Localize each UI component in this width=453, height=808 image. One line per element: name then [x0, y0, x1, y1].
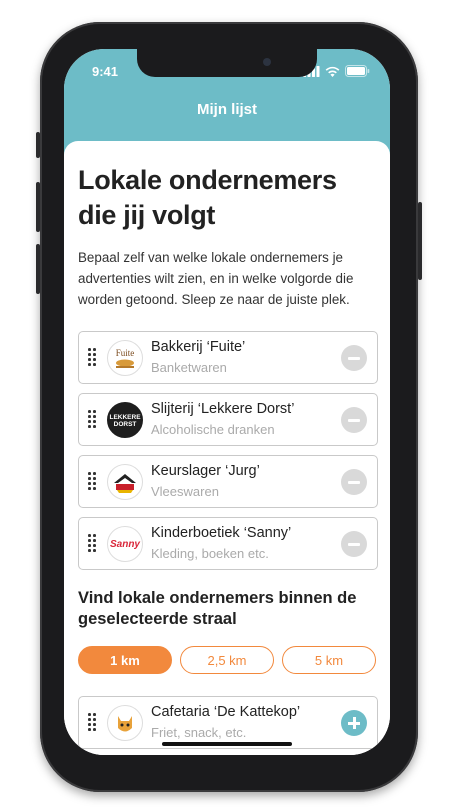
intro-text: Bepaal zelf van welke lokale ondernemers…	[78, 250, 354, 307]
remove-button[interactable]	[341, 469, 367, 495]
drag-handle-icon[interactable]	[88, 348, 96, 366]
business-category: Banketwaren	[151, 360, 227, 375]
business-category: Alcoholische dranken	[151, 422, 275, 437]
nav-title: Mijn lijst	[197, 101, 257, 118]
followed-item-keurslager-jurg[interactable]: Keurslager ‘Jurg’ Vleeswaren	[78, 455, 378, 508]
lekkere-dorst-logo: LEKKERE DORST	[107, 402, 143, 438]
kattekop-logo	[107, 705, 143, 741]
battery-icon	[345, 65, 370, 77]
radius-option-5km[interactable]: 5 km	[282, 646, 376, 674]
drag-handle-icon[interactable]	[88, 410, 96, 428]
keurslager-logo	[107, 464, 143, 500]
business-category: Vleeswaren	[151, 484, 219, 499]
followed-item-slijterij-lekkere-dorst[interactable]: LEKKERE DORST Slijterij ‘Lekkere Dorst’ …	[78, 393, 378, 446]
business-name: Cafetaria ‘De Kattekop’	[151, 704, 301, 720]
phone-screen: 9:41 Mijn lijst Lokale ondernemers die j…	[64, 49, 390, 755]
business-name: Kinderboetiek ‘Sanny’	[151, 525, 292, 541]
volume-up-button	[36, 182, 40, 232]
drag-handle-icon[interactable]	[88, 713, 96, 731]
remove-button[interactable]	[341, 407, 367, 433]
fuite-logo: Fuite	[107, 340, 143, 376]
page-title: Lokale ondernemers die jij volgt	[78, 165, 337, 230]
business-name: Bakkerij ‘Fuite’	[151, 339, 246, 355]
mute-switch	[36, 132, 40, 158]
volume-down-button	[36, 244, 40, 294]
followed-item-kinderboetiek-sanny[interactable]: Sanny Kinderboetiek ‘Sanny’ Kleding, boe…	[78, 517, 378, 570]
business-category: Friet, snack, etc.	[151, 725, 247, 740]
content-sheet: Lokale ondernemers die jij volgt Bepaal …	[64, 141, 390, 755]
business-name: Keurslager ‘Jurg’	[151, 463, 260, 479]
notch	[137, 49, 317, 77]
home-indicator	[162, 742, 292, 746]
business-name: Slijterij ‘Lekkere Dorst’	[151, 401, 295, 417]
radius-option-1km[interactable]: 1 km	[78, 646, 172, 674]
wifi-icon	[325, 66, 340, 77]
sanny-logo: Sanny	[107, 526, 143, 562]
discover-title: Vind lokale ondernemers binnen de gesele…	[78, 589, 357, 628]
add-button[interactable]	[341, 710, 367, 736]
drag-handle-icon[interactable]	[88, 534, 96, 552]
svg-text:Fuite: Fuite	[116, 348, 135, 358]
svg-text:Sanny: Sanny	[110, 539, 140, 550]
svg-text:LEKKERE: LEKKERE	[109, 414, 141, 421]
business-category: Kleding, boeken etc.	[151, 546, 269, 561]
status-time: 9:41	[92, 64, 119, 79]
camera-dot	[263, 58, 271, 66]
remove-button[interactable]	[341, 531, 367, 557]
drag-handle-icon[interactable]	[88, 472, 96, 490]
remove-button[interactable]	[341, 345, 367, 371]
followed-item-bakkerij-fuite[interactable]: Fuite Bakkerij ‘Fuite’ Banketwaren	[78, 331, 378, 384]
power-button	[418, 202, 422, 280]
radius-option-2-5km[interactable]: 2,5 km	[180, 646, 274, 674]
svg-text:DORST: DORST	[114, 421, 137, 428]
